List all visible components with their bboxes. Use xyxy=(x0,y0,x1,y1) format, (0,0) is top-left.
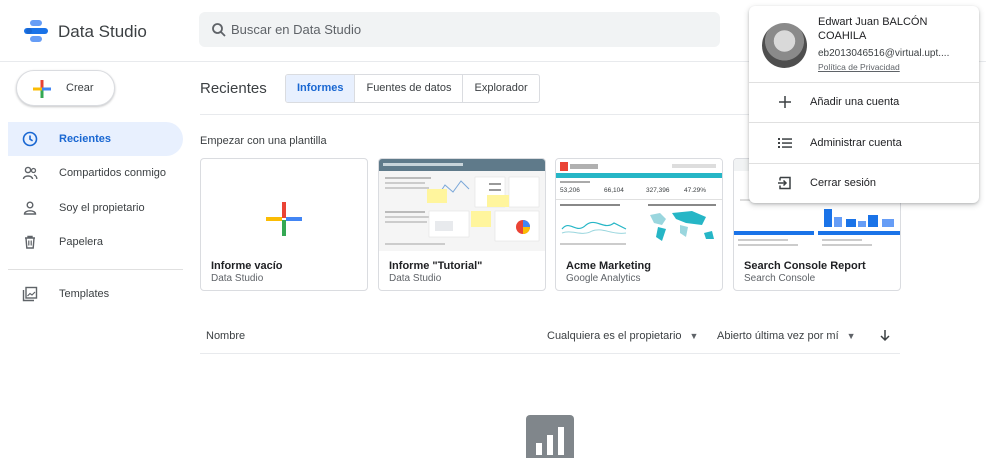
tutorial-preview-image xyxy=(379,159,545,251)
sign-out-item[interactable]: Cerrar sesión xyxy=(749,163,979,203)
data-studio-logo-icon[interactable] xyxy=(24,20,48,42)
page-title: Recientes xyxy=(200,80,267,97)
chevron-down-icon: ▼ xyxy=(846,331,856,341)
chevron-down-icon: ▼ xyxy=(689,331,699,341)
template-card-acme[interactable]: 53,206 66,104 327,396 47.29% Acme Market… xyxy=(555,158,723,291)
privacy-policy-link[interactable]: Política de Privacidad xyxy=(818,62,900,72)
template-card-title: Informe "Tutorial" xyxy=(389,260,483,272)
tab-fuentes-de-datos[interactable]: Fuentes de datos xyxy=(355,75,464,102)
sidebar-item-papelera[interactable]: Papelera xyxy=(8,225,183,259)
list-icon xyxy=(778,138,792,148)
template-thumbnail xyxy=(379,159,545,251)
sidebar-item-label: Soy el propietario xyxy=(59,202,145,214)
sidebar-item-label: Compartidos conmigo xyxy=(59,167,166,179)
owner-filter-label: Cualquiera es el propietario xyxy=(547,330,682,342)
template-card-blank[interactable]: Informe vacío Data Studio xyxy=(200,158,368,291)
sidebar-item-label: Templates xyxy=(59,288,110,300)
template-card-subtitle: Search Console xyxy=(744,273,816,284)
template-card-tutorial[interactable]: Informe "Tutorial" Data Studio xyxy=(378,158,546,291)
sidebar-item-compartidos[interactable]: Compartidos conmigo xyxy=(8,156,183,190)
template-card-title: Acme Marketing xyxy=(566,260,651,272)
sidebar-item-recientes[interactable]: Recientes xyxy=(8,122,183,156)
template-card-title: Informe vacío xyxy=(211,260,283,272)
app-name: Data Studio xyxy=(58,22,147,41)
template-section-title: Empezar con una plantilla xyxy=(200,135,327,147)
acme-stat-3: 327,396 xyxy=(646,187,670,194)
sort-filter-dropdown[interactable]: Abierto última vez por mí ▼ xyxy=(717,330,856,342)
people-icon xyxy=(22,166,38,180)
acme-preview-image: 53,206 66,104 327,396 47.29% xyxy=(556,159,722,251)
sidebar-item-label: Recientes xyxy=(59,133,111,145)
search-input[interactable] xyxy=(231,12,691,47)
search-icon xyxy=(212,23,226,37)
template-thumbnail xyxy=(201,159,367,251)
sidebar-item-templates[interactable]: Templates xyxy=(8,277,183,311)
clock-icon xyxy=(22,131,38,147)
tab-explorador[interactable]: Explorador xyxy=(463,75,538,102)
report-list-header: Nombre Cualquiera es el propietario ▼ Abi… xyxy=(200,318,900,354)
menu-item-label: Cerrar sesión xyxy=(810,177,877,189)
sidebar-item-propietario[interactable]: Soy el propietario xyxy=(8,191,183,225)
avatar xyxy=(762,23,807,68)
logout-icon xyxy=(778,176,791,190)
person-icon xyxy=(23,201,37,215)
sort-filter-label: Abierto última vez por mí xyxy=(717,330,839,342)
template-thumbnail: 53,206 66,104 327,396 47.29% xyxy=(556,159,722,251)
sort-arrow-icon[interactable] xyxy=(878,328,892,342)
manage-account-item[interactable]: Administrar cuenta xyxy=(749,123,979,163)
search-bar[interactable] xyxy=(199,12,720,47)
empty-state-chart-icon xyxy=(526,415,574,458)
template-card-subtitle: Google Analytics xyxy=(566,273,641,284)
account-popup: Edwart Juan BALCÓN COAHILA eb2013046516@… xyxy=(749,6,979,203)
color-plus-icon xyxy=(266,202,302,236)
sidebar-divider xyxy=(8,269,183,270)
create-plus-icon xyxy=(33,80,51,98)
report-tabs: Informes Fuentes de datos Explorador xyxy=(285,74,540,103)
create-button[interactable]: Crear xyxy=(16,70,115,106)
trash-icon xyxy=(25,235,35,249)
add-account-item[interactable]: Añadir una cuenta xyxy=(749,82,979,122)
account-email: eb2013046516@virtual.upt.... xyxy=(818,48,950,59)
tab-informes[interactable]: Informes xyxy=(286,75,356,102)
template-card-title: Search Console Report xyxy=(744,260,866,272)
plus-icon xyxy=(779,96,791,108)
template-card-subtitle: Data Studio xyxy=(389,273,442,284)
account-name: Edwart Juan BALCÓN COAHILA xyxy=(818,16,928,42)
acme-stat-1: 53,206 xyxy=(560,187,580,194)
menu-item-label: Administrar cuenta xyxy=(810,137,902,149)
column-header-nombre[interactable]: Nombre xyxy=(206,330,245,342)
owner-filter-dropdown[interactable]: Cualquiera es el propietario ▼ xyxy=(547,330,698,342)
acme-stat-2: 66,104 xyxy=(604,187,624,194)
sidebar-item-label: Papelera xyxy=(59,236,104,248)
acme-stat-4: 47.29% xyxy=(684,187,706,194)
templates-icon xyxy=(22,286,38,302)
template-card-subtitle: Data Studio xyxy=(211,273,264,284)
create-button-label: Crear xyxy=(66,82,94,94)
menu-item-label: Añadir una cuenta xyxy=(810,96,900,108)
